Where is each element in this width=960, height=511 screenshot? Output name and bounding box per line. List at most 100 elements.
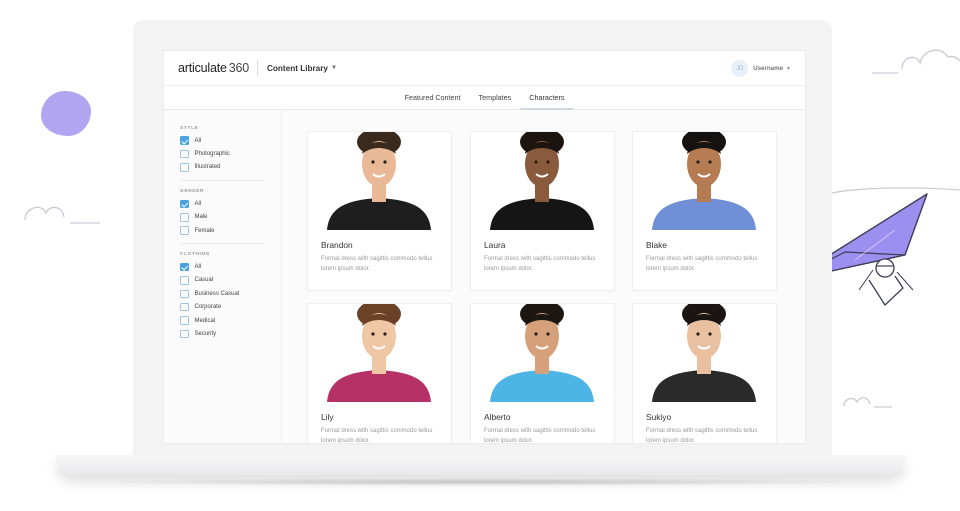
cloud-bottom-right-decoration xyxy=(843,397,892,408)
checkbox[interactable] xyxy=(180,276,189,285)
right-eye xyxy=(546,160,550,164)
filter-option-label: Photographic xyxy=(194,151,230,158)
checkbox[interactable] xyxy=(180,302,189,312)
filter-gender-male[interactable]: Male xyxy=(180,211,281,224)
checkbox[interactable] xyxy=(180,316,189,325)
checkbox[interactable] xyxy=(180,226,189,235)
user-menu[interactable]: JD Username ▼ xyxy=(731,60,791,77)
filter-option-label: All xyxy=(194,264,202,271)
character-description: Formal dress with sagittis commodo tellu… xyxy=(321,428,433,443)
character-description: Formal dress with sagittis commodo tellu… xyxy=(646,256,758,272)
filter-group-title-style: STYLE xyxy=(180,126,199,131)
character-portrait xyxy=(327,304,431,402)
character-description: Formal dress with sagittis commodo tellu… xyxy=(646,428,758,443)
left-eye xyxy=(534,160,538,164)
laptop-shadow xyxy=(90,478,870,486)
torso xyxy=(652,370,756,402)
tab-bar: Featured Content Templates Characters xyxy=(164,86,805,110)
filter-divider xyxy=(180,243,264,245)
filter-option-label: Medical xyxy=(194,317,216,324)
left-eye xyxy=(534,332,538,336)
username-label: Username xyxy=(753,65,784,72)
filter-option-label: Business Casual xyxy=(194,290,240,297)
section-title: Content Library xyxy=(267,63,328,73)
filter-option-label: All xyxy=(194,200,202,207)
checkbox[interactable] xyxy=(180,329,189,339)
checkbox-checked[interactable] xyxy=(180,199,189,209)
character-photo xyxy=(633,304,776,402)
right-eye xyxy=(383,160,387,164)
header-divider xyxy=(257,60,258,76)
tab-featured-content[interactable]: Featured Content xyxy=(396,86,470,109)
checkbox-checked[interactable] xyxy=(180,262,189,272)
content-library-menu[interactable]: Content Library ▼ xyxy=(267,64,337,73)
filter-gender-all[interactable]: All xyxy=(180,197,281,210)
left-eye xyxy=(371,160,375,164)
filter-clothing-security[interactable]: Security xyxy=(180,327,281,340)
filter-style-all[interactable]: All xyxy=(180,134,281,147)
filter-option-label: Security xyxy=(194,330,217,337)
torso xyxy=(327,370,431,402)
character-name: Laura xyxy=(484,240,506,250)
checkbox[interactable] xyxy=(180,289,189,299)
character-photo xyxy=(633,132,776,230)
laptop-base xyxy=(55,455,906,475)
chevron-down-icon: ▼ xyxy=(786,65,791,72)
logo-word: articulate xyxy=(178,61,227,75)
character-name: Alberto xyxy=(484,412,511,422)
top-bar: articulate 360 Content Library ▼ JD Usern… xyxy=(164,51,805,86)
articulate-logo[interactable]: articulate 360 xyxy=(178,61,249,75)
filter-clothing-medical[interactable]: Medical xyxy=(180,314,281,327)
filter-group-title-clothing: CLOTHING xyxy=(180,252,210,258)
checkbox[interactable] xyxy=(180,213,189,222)
character-card-brandon[interactable]: Brandon Formal dress with sagittis commo… xyxy=(308,132,451,290)
checkbox[interactable] xyxy=(180,163,189,172)
filter-option-label: Male xyxy=(194,214,208,221)
character-photo xyxy=(308,132,451,230)
character-card-sukiyo[interactable]: Sukiyo Formal dress with sagittis commod… xyxy=(633,304,776,443)
character-card-laura[interactable]: Laura Formal dress with sagittis commodo… xyxy=(471,132,614,290)
character-portrait xyxy=(652,132,756,230)
right-eye xyxy=(546,332,550,336)
character-portrait xyxy=(652,304,756,402)
filter-divider xyxy=(180,180,264,182)
cloud-top-right-decoration xyxy=(872,49,960,74)
character-portrait xyxy=(490,132,594,230)
filter-option-label: Corporate xyxy=(194,304,222,311)
filter-clothing-business-casual[interactable]: Business Casual xyxy=(180,287,281,300)
character-portrait xyxy=(490,304,594,402)
left-eye xyxy=(371,332,375,336)
filter-gender-female[interactable]: Female xyxy=(180,224,281,237)
filter-group-title-gender: GENDER xyxy=(180,189,205,195)
filter-style-illustrated[interactable]: Illustrated xyxy=(180,161,281,174)
left-eye xyxy=(696,332,700,336)
character-photo xyxy=(471,132,614,230)
right-eye xyxy=(383,332,387,336)
right-eye xyxy=(708,332,712,336)
filter-clothing-corporate[interactable]: Corporate xyxy=(180,301,281,314)
filter-clothing-all[interactable]: All xyxy=(180,260,281,273)
character-name: Lily xyxy=(321,412,334,422)
character-card-blake[interactable]: Blake Formal dress with sagittis commodo… xyxy=(633,132,776,290)
filter-clothing-casual[interactable]: Casual xyxy=(180,274,281,287)
character-name: Blake xyxy=(646,240,667,250)
character-description: Formal dress with sagittis commodo tellu… xyxy=(484,256,596,272)
character-name: Brandon xyxy=(321,240,353,250)
filter-style-photographic[interactable]: Photographic xyxy=(180,147,281,160)
torso xyxy=(327,198,431,230)
app-screen: articulate 360 Content Library ▼ JD Usern… xyxy=(164,51,805,443)
filter-option-label: Illustrated xyxy=(194,164,221,171)
torso xyxy=(652,198,756,230)
checkbox[interactable] xyxy=(180,149,189,159)
character-card-lily[interactable]: Lily Formal dress with sagittis commodo … xyxy=(308,304,451,443)
chevron-down-icon: ▼ xyxy=(330,65,337,71)
cloud-left-decoration xyxy=(24,206,100,224)
checkbox-checked[interactable] xyxy=(180,136,189,145)
character-description: Formal dress with sagittis commodo tellu… xyxy=(321,256,433,272)
character-description: Formal dress with sagittis commodo tellu… xyxy=(484,428,596,443)
tab-templates[interactable]: Templates xyxy=(470,86,521,109)
filter-option-label: Female xyxy=(194,227,215,234)
character-card-alberto[interactable]: Alberto Formal dress with sagittis commo… xyxy=(471,304,614,443)
tab-characters[interactable]: Characters xyxy=(520,86,574,110)
avatar: JD xyxy=(731,60,749,77)
